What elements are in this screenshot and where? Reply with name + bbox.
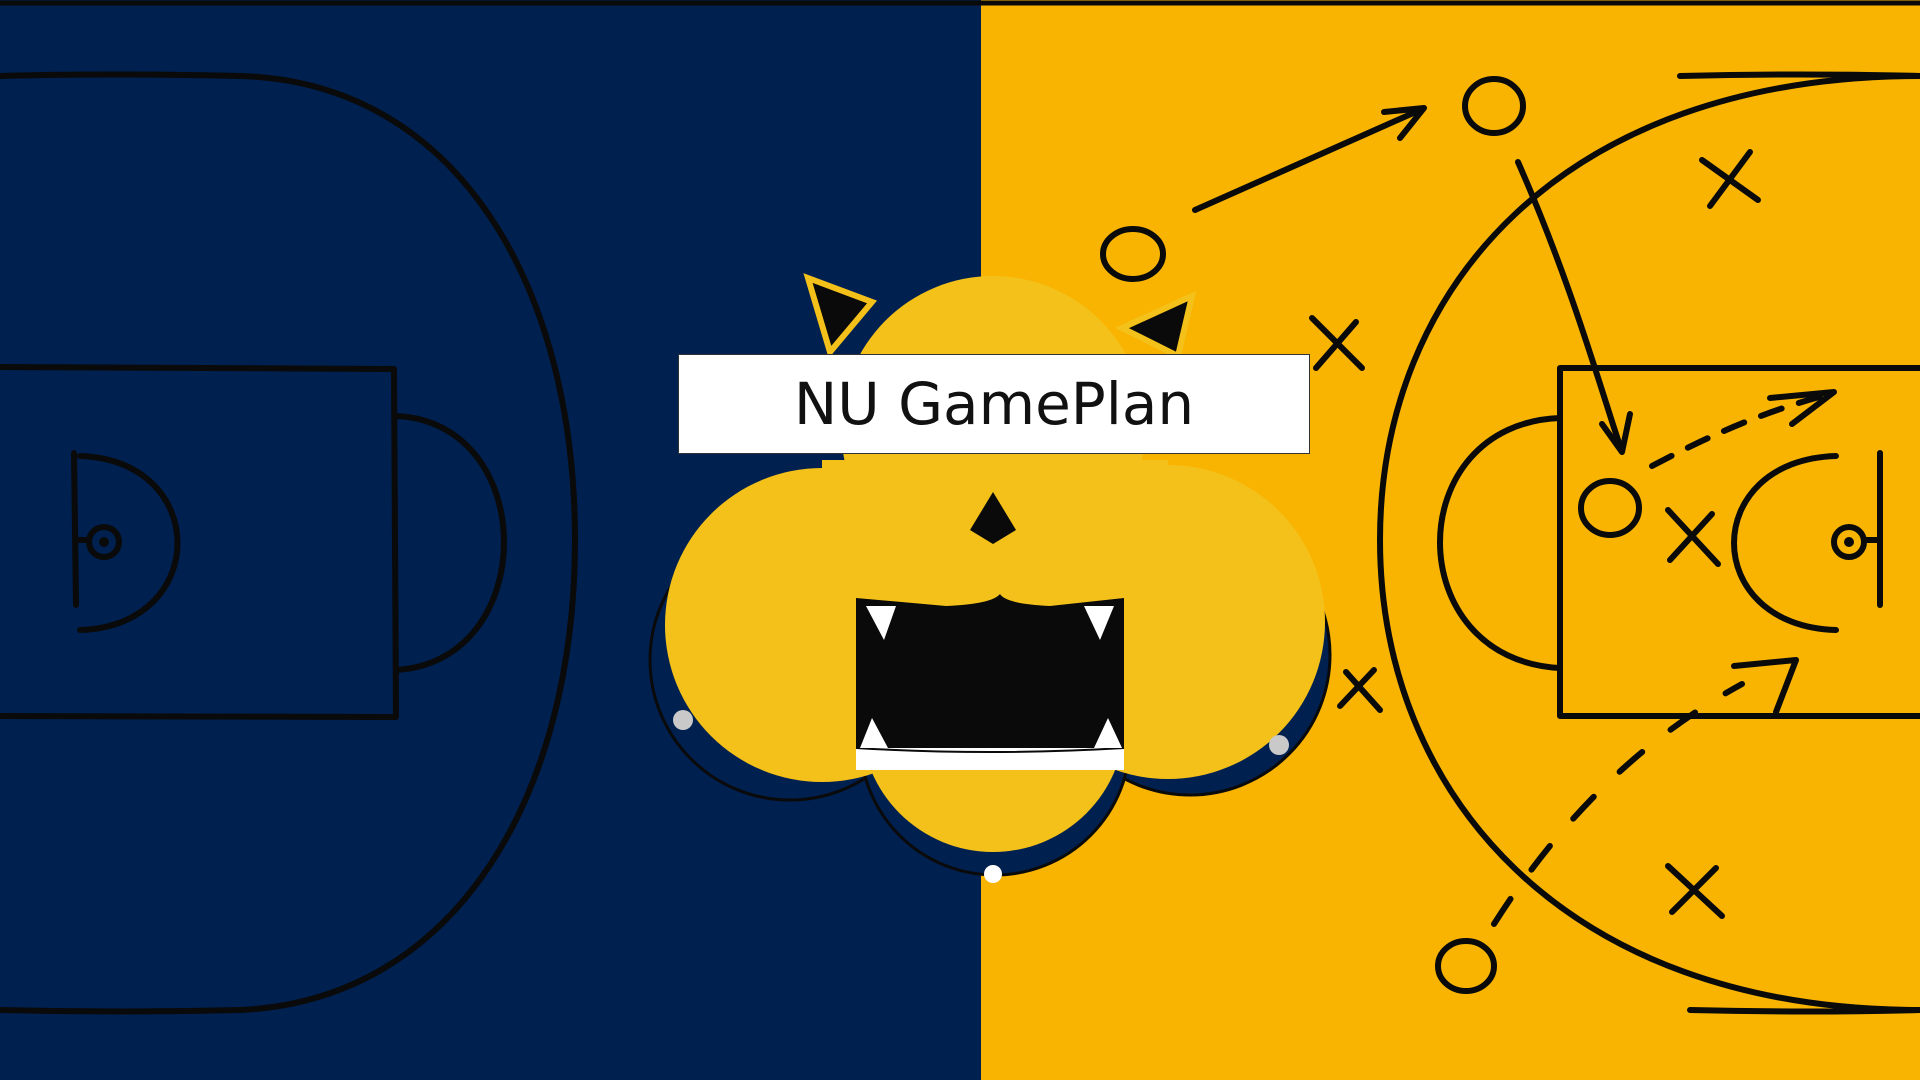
app-title-banner: NU GamePlan <box>678 354 1310 454</box>
left-rim-center <box>99 537 109 547</box>
right-rim-center <box>1844 537 1854 547</box>
left-backboard <box>71 450 79 608</box>
splash-illustration <box>0 0 1920 1080</box>
mascot-mouth <box>856 594 1124 750</box>
left-court-bottom-sideline <box>0 1007 243 1015</box>
app-title: NU GamePlan <box>793 370 1195 438</box>
mascot-dot-bottom <box>984 865 1002 883</box>
splash-screen: NU GamePlan <box>0 0 1920 1080</box>
mascot-dot-right <box>1269 735 1289 755</box>
left-court-top-sideline <box>0 71 243 79</box>
mascot-dot-left <box>673 710 693 730</box>
